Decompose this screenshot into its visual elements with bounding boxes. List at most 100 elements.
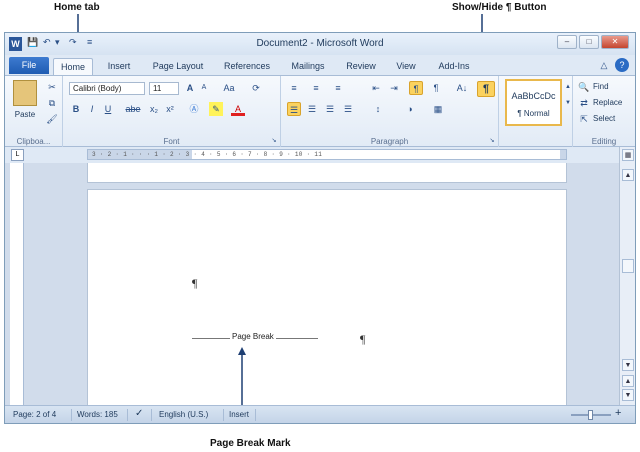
paragraph-dialog-launcher-icon[interactable]: ↘	[485, 134, 499, 148]
status-bar: Page: 2 of 4 Words: 185 ✓ English (U.S.)…	[5, 405, 635, 423]
tab-references[interactable]: References	[217, 58, 277, 75]
close-button[interactable]: ✕	[601, 35, 629, 49]
paragraph-mark: ¶	[360, 332, 366, 346]
font-name-combo[interactable]: Calibri (Body)	[69, 82, 145, 95]
status-divider	[127, 409, 128, 421]
font-group: Calibri (Body) 11 A A Aa ⟳ B I U abe x₂ …	[63, 76, 281, 148]
insert-mode-indicator[interactable]: Insert	[229, 410, 249, 419]
scroll-up-icon[interactable]: ▲	[622, 169, 634, 181]
maximize-button[interactable]: □	[579, 35, 599, 49]
underline-icon[interactable]: U	[101, 102, 115, 116]
shading-icon[interactable]: ◑	[403, 102, 417, 116]
line-spacing-icon[interactable]: ↕	[371, 102, 385, 116]
tab-mailings[interactable]: Mailings	[283, 58, 333, 75]
tab-selector[interactable]: L	[11, 149, 24, 161]
show-hide-callout: Show/Hide ¶ Button	[452, 2, 547, 13]
zoom-slider-thumb[interactable]	[588, 410, 593, 420]
ltr-paragraph-icon[interactable]: ¶	[409, 81, 423, 95]
scroll-down-icon[interactable]: ▼	[622, 359, 634, 371]
document-area: ¶ Page Break ¶	[5, 163, 619, 405]
ruler-toggle-icon[interactable]: ▦	[622, 149, 634, 161]
language-indicator[interactable]: English (U.S.)	[159, 410, 208, 419]
select-button[interactable]: Select	[593, 112, 615, 126]
rtl-paragraph-icon[interactable]: ¶	[429, 81, 443, 95]
multilevel-list-icon[interactable]: ≡	[331, 81, 345, 95]
justify-icon[interactable]: ☰	[341, 102, 355, 116]
title-bar: W 💾 ↶ ▾ ↷ ≡ Document2 - Microsoft Word –…	[5, 33, 635, 55]
status-divider	[151, 409, 152, 421]
font-size-combo[interactable]: 11	[149, 82, 179, 95]
align-left-icon[interactable]: ☰	[287, 102, 301, 116]
borders-icon[interactable]: ▦	[431, 102, 445, 116]
replace-icon[interactable]: ⇄	[577, 96, 591, 110]
page-count[interactable]: Page: 2 of 4	[13, 410, 56, 419]
horizontal-ruler[interactable]: 3 · 2 · 1 · · · 1 · 2 · 3 · 4 · 5 · 6 · …	[87, 149, 567, 160]
font-group-label: Font	[163, 137, 180, 146]
style-name: ¶ Normal	[517, 109, 550, 118]
help-icon[interactable]: ?	[615, 58, 629, 72]
paste-icon[interactable]	[13, 80, 37, 106]
copy-icon[interactable]: ⧉	[45, 96, 59, 110]
paste-button[interactable]: Paste	[9, 108, 41, 122]
clear-formatting-icon[interactable]: ⟳	[249, 81, 263, 95]
page-break-callout: Page Break Mark	[210, 438, 291, 449]
highlight-color-icon[interactable]: ✎	[209, 102, 223, 116]
vertical-ruler[interactable]	[10, 163, 24, 405]
format-painter-icon[interactable]: 🖌	[45, 112, 59, 126]
editing-group-label: Editing	[591, 137, 617, 146]
ribbon-tab-row: File Home Insert Page Layout References …	[5, 55, 635, 75]
superscript-icon[interactable]: x²	[163, 102, 177, 116]
vertical-scrollbar[interactable]: ▦ ▲ ▼ ▲ ▼	[619, 147, 635, 405]
select-icon[interactable]: ⇱	[577, 112, 591, 126]
bullets-icon[interactable]: ≡	[287, 81, 301, 95]
zoom-in-icon[interactable]: +	[615, 407, 621, 419]
replace-button[interactable]: Replace	[593, 96, 622, 110]
tab-page-layout[interactable]: Page Layout	[145, 58, 211, 75]
scroll-thumb[interactable]	[622, 259, 634, 273]
proofing-icon[interactable]: ✓	[135, 408, 143, 419]
tab-file[interactable]: File	[9, 57, 49, 74]
ruler-scale: 3 · 2 · 1 · · · 1 · 2 · 3 · 4 · 5 · 6 · …	[92, 151, 323, 158]
tab-home[interactable]: Home	[53, 58, 93, 75]
find-icon[interactable]: 🔍	[577, 80, 591, 94]
minimize-button[interactable]: –	[557, 35, 577, 49]
clipboard-group-label: Clipboa...	[16, 137, 51, 146]
grow-font-icon[interactable]: A	[183, 81, 197, 95]
status-divider	[223, 409, 224, 421]
font-color-icon[interactable]: A	[231, 102, 245, 116]
editing-group: 🔍 Find ⇄ Replace ⇱ Select Editing	[573, 76, 635, 148]
paragraph-group-label: Paragraph	[370, 137, 409, 146]
normal-style-card[interactable]: AaBbCcDc ¶ Normal	[505, 79, 562, 126]
show-hide-button[interactable]: ¶	[477, 81, 495, 97]
find-button[interactable]: Find	[593, 80, 609, 94]
numbering-icon[interactable]: ≡	[309, 81, 323, 95]
tab-review[interactable]: Review	[339, 58, 383, 75]
decrease-indent-icon[interactable]: ⇤	[369, 81, 383, 95]
document-page[interactable]: ¶ Page Break ¶	[87, 189, 567, 405]
sort-icon[interactable]: A↓	[453, 81, 471, 95]
next-page-icon[interactable]: ▼	[622, 389, 634, 401]
status-divider	[255, 409, 256, 421]
ruler-row: L 3 · 2 · 1 · · · 1 · 2 · 3 · 4 · 5 · 6 …	[5, 147, 635, 163]
shrink-font-icon[interactable]: A	[197, 81, 211, 95]
style-sample: AaBbCcDc	[511, 91, 556, 101]
bold-icon[interactable]: B	[69, 102, 83, 116]
cut-icon[interactable]: ✂	[45, 80, 59, 94]
strikethrough-icon[interactable]: abe	[123, 102, 143, 116]
tab-insert[interactable]: Insert	[99, 58, 139, 75]
align-center-icon[interactable]: ☰	[305, 102, 319, 116]
subscript-icon[interactable]: x₂	[147, 102, 161, 116]
align-right-icon[interactable]: ☰	[323, 102, 337, 116]
text-effects-icon[interactable]: Ⓐ	[187, 102, 201, 116]
previous-page-icon[interactable]: ▲	[622, 375, 634, 387]
tab-view[interactable]: View	[389, 58, 423, 75]
collapse-ribbon-icon[interactable]: △	[597, 58, 611, 72]
change-case-icon[interactable]: Aa	[219, 81, 239, 95]
page-break-arrow	[238, 347, 246, 405]
italic-icon[interactable]: I	[85, 102, 99, 116]
increase-indent-icon[interactable]: ⇥	[387, 81, 401, 95]
tab-add-ins[interactable]: Add-Ins	[429, 58, 479, 75]
word-count[interactable]: Words: 185	[77, 410, 118, 419]
screenshot-root: Home tab Show/Hide ¶ Button Page Break M…	[0, 0, 640, 452]
font-dialog-launcher-icon[interactable]: ↘	[267, 134, 281, 148]
